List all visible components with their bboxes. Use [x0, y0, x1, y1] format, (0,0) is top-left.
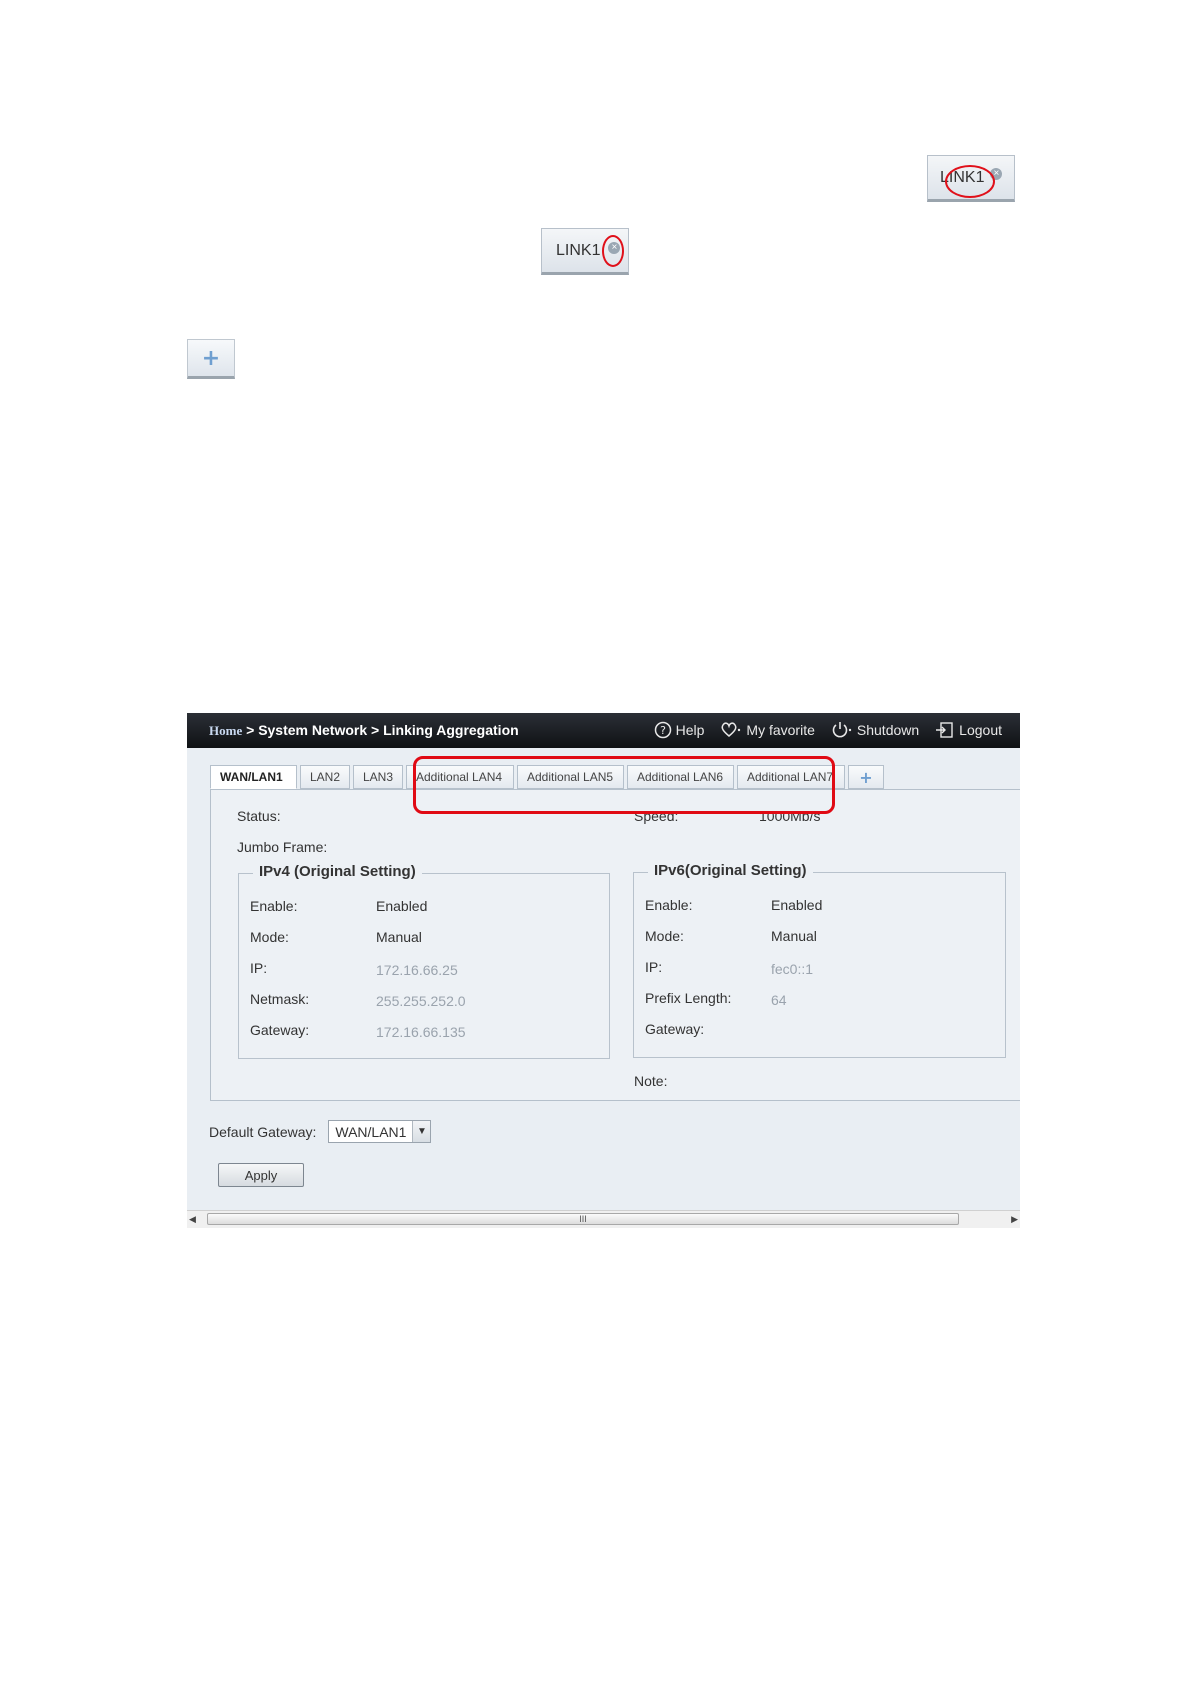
ipv4-title: IPv4 (Original Setting)	[253, 863, 422, 880]
highlight-ellipse-close	[602, 235, 624, 267]
scroll-right-icon[interactable]: ▶	[1011, 1214, 1018, 1225]
highlight-ellipse-label	[945, 165, 995, 198]
ipv4-group: IPv4 (Original Setting) Enable: Enabled …	[238, 863, 610, 1059]
ipv6-prefix-label: Prefix Length:	[645, 990, 732, 1006]
plus-icon: +	[859, 767, 873, 787]
scroll-thumb[interactable]: III	[207, 1213, 959, 1225]
shutdown-link[interactable]: Shutdown	[831, 721, 919, 739]
ipv6-enable-value: Enabled	[771, 897, 823, 913]
ipv6-mode-label: Mode:	[645, 928, 684, 944]
tab-lan3[interactable]: LAN3	[353, 765, 403, 789]
svg-text:?: ?	[660, 724, 666, 737]
ipv6-enable-label: Enable:	[645, 897, 693, 913]
ipv4-netmask-value: 255.255.252.0	[376, 993, 466, 1009]
breadcrumb-separator: >	[246, 722, 255, 738]
help-link[interactable]: ? Help	[654, 721, 705, 739]
ipv4-enable-value: Enabled	[376, 898, 428, 914]
add-tab-button[interactable]: +	[187, 339, 235, 379]
horizontal-scrollbar[interactable]: ◀ III ▶	[187, 1210, 1020, 1228]
highlight-box-additional-tabs	[413, 756, 835, 814]
favorite-label: My favorite	[746, 722, 815, 738]
ipv4-enable-label: Enable:	[250, 898, 298, 914]
ipv4-mode-value: Manual	[376, 929, 422, 945]
breadcrumb-separator: >	[371, 722, 380, 738]
default-gateway-label: Default Gateway:	[209, 1123, 317, 1140]
ipv6-ip-value: fec0::1	[771, 961, 814, 977]
heart-icon	[721, 722, 741, 737]
ipv6-group: IPv6(Original Setting) Enable: Enabled M…	[633, 862, 1006, 1058]
tab-label: LINK1	[556, 241, 601, 259]
ipv6-title: IPv6(Original Setting)	[648, 862, 813, 879]
breadcrumb: Home > System Network > Linking Aggregat…	[209, 722, 519, 739]
logout-label: Logout	[959, 722, 1002, 738]
jumbo-frame-label: Jumbo Frame:	[237, 839, 328, 855]
default-gateway-select[interactable]: WAN/LAN1 ▼	[328, 1120, 432, 1143]
dropdown-arrow-icon[interactable]: ▼	[412, 1121, 431, 1142]
ipv4-ip-value: 172.16.66.25	[376, 962, 458, 978]
ipv4-ip-label: IP:	[250, 960, 268, 976]
ipv6-prefix-value: 64	[771, 992, 787, 1008]
ipv4-gateway-value: 172.16.66.135	[376, 1024, 466, 1040]
add-tab-button[interactable]: +	[848, 765, 884, 789]
ipv4-gateway-label: Gateway:	[250, 1022, 310, 1038]
default-gateway-row: Default Gateway: WAN/LAN1 ▼	[209, 1120, 432, 1143]
breadcrumb-section[interactable]: System Network	[258, 722, 367, 738]
logout-icon	[936, 722, 953, 738]
help-icon: ?	[654, 721, 671, 739]
top-bar: Home > System Network > Linking Aggregat…	[187, 713, 1020, 748]
status-label: Status:	[237, 808, 281, 824]
scroll-left-icon[interactable]: ◀	[189, 1214, 196, 1225]
tab-lan2[interactable]: LAN2	[300, 765, 350, 789]
ipv4-mode-label: Mode:	[250, 929, 289, 945]
favorite-link[interactable]: My favorite	[720, 721, 815, 739]
default-gateway-value: WAN/LAN1	[335, 1123, 407, 1140]
shutdown-label: Shutdown	[856, 722, 920, 738]
breadcrumb-page: Linking Aggregation	[383, 722, 519, 738]
scroll-grip: III	[579, 1214, 587, 1224]
ipv6-mode-value: Manual	[771, 928, 817, 944]
tab-wan-lan1[interactable]: WAN/LAN1	[210, 765, 297, 789]
nas-screenshot: Home > System Network > Linking Aggregat…	[187, 713, 1020, 1228]
lan-settings-panel: Status: Speed: 1000Mb/s Jumbo Frame: IPv…	[210, 789, 1020, 1101]
breadcrumb-home[interactable]: Home	[209, 723, 242, 738]
logout-link[interactable]: Logout	[935, 721, 1002, 739]
plus-icon: +	[201, 345, 221, 371]
help-label: Help	[675, 722, 705, 738]
ipv4-netmask-label: Netmask:	[250, 991, 310, 1007]
ipv6-gateway-label: Gateway:	[645, 1021, 705, 1037]
ipv6-ip-label: IP:	[645, 959, 663, 975]
note-label: Note:	[634, 1073, 668, 1089]
apply-button[interactable]: Apply	[218, 1163, 304, 1187]
power-icon	[832, 722, 852, 738]
top-links: ? Help My favorite Shutdown Logout	[654, 721, 1002, 739]
